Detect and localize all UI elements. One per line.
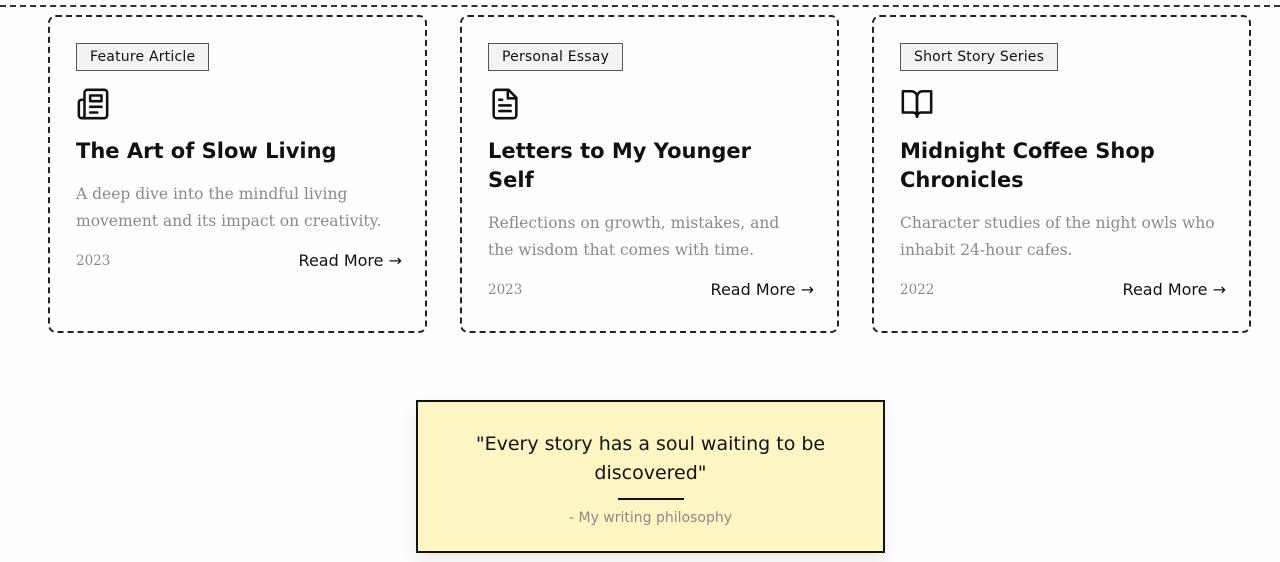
read-more-link[interactable]: Read More → xyxy=(1123,280,1226,299)
card-title: The Art of Slow Living xyxy=(76,139,337,163)
card-category-tag: Short Story Series xyxy=(900,43,1059,71)
card-description: A deep dive into the mindful living move… xyxy=(76,185,382,230)
article-card: Short Story Series Midnight Coffee Shop … xyxy=(872,15,1251,333)
card-year: 2022 xyxy=(900,281,935,298)
card-footer: 2023 Read More → xyxy=(488,280,814,299)
document-icon xyxy=(488,87,522,121)
article-card: Feature Article The Art of Slow Living A… xyxy=(48,15,427,333)
quote-divider xyxy=(617,498,684,500)
open-book-icon xyxy=(900,87,934,121)
card-description: Reflections on growth, mistakes, and the… xyxy=(488,214,780,259)
quote-source: - My writing philosophy xyxy=(568,510,732,526)
card-footer: 2023 Read More → xyxy=(76,251,402,270)
article-cards: Feature Article The Art of Slow Living A… xyxy=(48,15,1253,333)
card-category-tag: Personal Essay xyxy=(488,43,624,71)
quote-text: "Every story has a soul waiting to be di… xyxy=(475,433,826,484)
philosophy-quote-box: "Every story has a soul waiting to be di… xyxy=(416,400,885,553)
card-description: Character studies of the night owls who … xyxy=(900,214,1215,259)
card-title: Midnight Coffee Shop Chronicles xyxy=(900,139,1155,192)
card-title: Letters to My Younger Self xyxy=(488,139,752,192)
card-category-tag: Feature Article xyxy=(76,43,210,71)
card-footer: 2022 Read More → xyxy=(900,280,1226,299)
read-more-link[interactable]: Read More → xyxy=(711,280,814,299)
newspaper-icon xyxy=(76,87,110,121)
article-card: Personal Essay Letters to My Younger Sel… xyxy=(460,15,839,333)
card-year: 2023 xyxy=(488,281,523,298)
top-dashed-divider xyxy=(0,5,1280,7)
read-more-link[interactable]: Read More → xyxy=(299,251,402,270)
card-year: 2023 xyxy=(76,252,111,269)
